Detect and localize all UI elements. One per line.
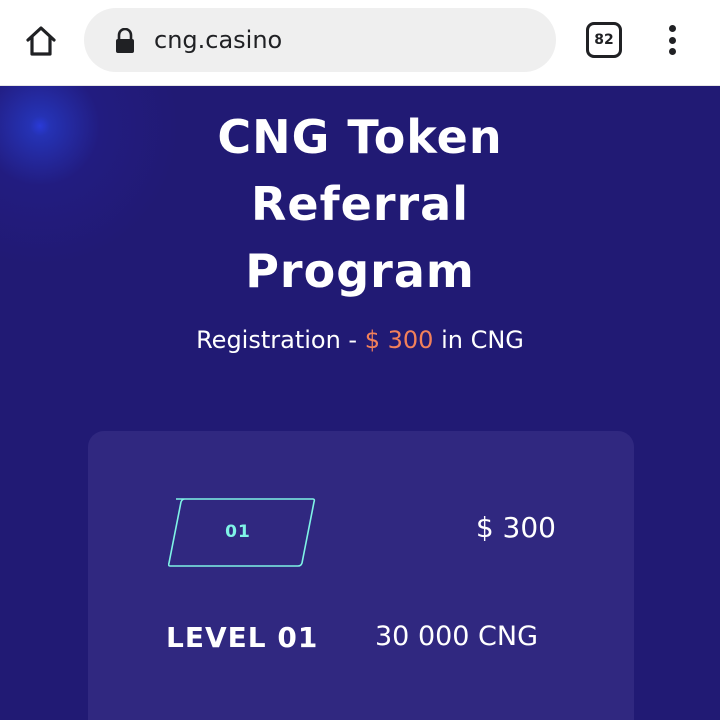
more-vert-icon[interactable] [660,22,684,58]
title-line: Referral [250,177,469,231]
title-line: Program [245,244,475,298]
level-badge: 01 [168,497,316,567]
home-icon [26,26,56,56]
home-button[interactable] [22,22,60,60]
registration-subtitle: Registration - $ 300 in CNG [0,326,720,354]
subtitle-amount: $ 300 [364,326,434,354]
title-line: CNG Token [217,110,503,164]
level-label: LEVEL 01 [166,621,319,654]
subtitle-prefix: Registration - [196,326,365,354]
url-text[interactable]: cng.casino [154,8,282,72]
tab-count: 82 [594,32,614,48]
lock-icon [116,28,134,53]
subtitle-suffix: in CNG [433,326,524,354]
badge-number: 01 [225,522,251,542]
page-title: CNG Token Referral Program [0,104,720,305]
address-bar[interactable]: cng.casino [84,8,556,72]
browser-toolbar: cng.casino 82 [0,0,720,86]
cng-amount: 30 000 CNG [375,621,539,652]
level-card: 01 $ 300 LEVEL 01 30 000 CNG [88,431,634,720]
tab-switcher-button[interactable]: 82 [586,22,622,58]
usd-amount: $ 300 [475,511,556,544]
page-content: CNG Token Referral Program Registration … [0,86,720,720]
